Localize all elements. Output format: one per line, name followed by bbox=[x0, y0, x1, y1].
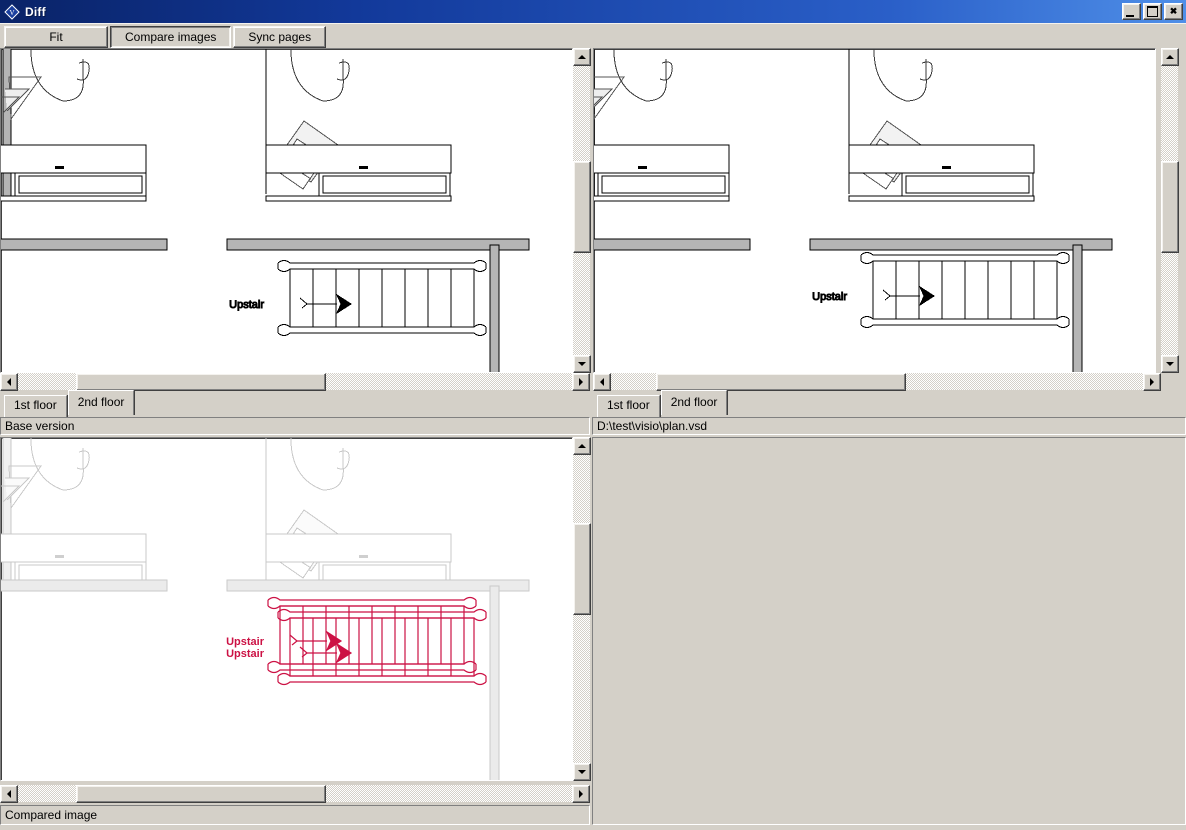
scroll-thumb[interactable] bbox=[656, 373, 906, 391]
tab-2nd-floor[interactable]: 2nd floor bbox=[67, 390, 135, 415]
upstair-label-variant-b: Upstair bbox=[226, 648, 265, 660]
modified-version-floorplan: Upstair bbox=[594, 49, 1113, 372]
scroll-right-button[interactable] bbox=[572, 373, 590, 391]
diff-application-window: V Diff ✖ Fit Compare images Sync pages U… bbox=[0, 0, 1186, 830]
compared-image-status: Compared image bbox=[0, 805, 590, 825]
modified-version-path: D:\test\visio\plan.vsd bbox=[592, 417, 1186, 435]
upstair-label-variant-a: Upstair bbox=[226, 636, 265, 648]
scroll-thumb[interactable] bbox=[573, 523, 591, 615]
tab-2nd-floor[interactable]: 2nd floor bbox=[660, 390, 728, 415]
compared-horizontal-scrollbar[interactable] bbox=[0, 785, 590, 803]
modified-horizontal-scrollbar[interactable] bbox=[593, 373, 1161, 391]
upstair-label: Upstair bbox=[812, 291, 847, 303]
scroll-thumb[interactable] bbox=[1161, 161, 1179, 253]
scroll-down-button[interactable] bbox=[1161, 355, 1179, 373]
empty-result-pane bbox=[592, 437, 1186, 825]
scroll-right-button[interactable] bbox=[1143, 373, 1161, 391]
minimize-button[interactable] bbox=[1122, 3, 1141, 20]
compared-vertical-scrollbar[interactable] bbox=[573, 437, 591, 781]
scroll-left-button[interactable] bbox=[593, 373, 611, 391]
title-bar: V Diff ✖ bbox=[0, 0, 1186, 24]
toolbar: Fit Compare images Sync pages bbox=[0, 23, 1186, 49]
base-version-tabstrip: 1st floor 2nd floor bbox=[0, 390, 590, 417]
scroll-down-button[interactable] bbox=[573, 355, 591, 373]
base-version-info: Base version bbox=[0, 417, 590, 435]
scroll-left-button[interactable] bbox=[0, 785, 18, 803]
modified-version-canvas[interactable]: Upstair bbox=[593, 48, 1156, 373]
tab-1st-floor[interactable]: 1st floor bbox=[4, 395, 67, 417]
scroll-right-button[interactable] bbox=[572, 785, 590, 803]
tab-1st-floor[interactable]: 1st floor bbox=[597, 395, 660, 417]
scroll-down-button[interactable] bbox=[573, 763, 591, 781]
scroll-up-button[interactable] bbox=[573, 48, 591, 66]
compared-image-canvas[interactable]: Upstair Upstair bbox=[0, 437, 573, 781]
close-button[interactable]: ✖ bbox=[1164, 3, 1183, 20]
scroll-up-button[interactable] bbox=[573, 437, 591, 455]
scroll-thumb[interactable] bbox=[76, 373, 326, 391]
upstair-label: Upstair bbox=[229, 299, 264, 311]
scroll-left-button[interactable] bbox=[0, 373, 18, 391]
scroll-thumb[interactable] bbox=[573, 161, 591, 253]
base-horizontal-scrollbar[interactable] bbox=[0, 373, 590, 391]
base-version-floorplan: Upstair bbox=[1, 49, 530, 372]
modified-vertical-scrollbar[interactable] bbox=[1161, 48, 1179, 373]
window-title: Diff bbox=[25, 4, 46, 19]
compared-image-floorplan: Upstair Upstair bbox=[1, 438, 530, 780]
scroll-up-button[interactable] bbox=[1161, 48, 1179, 66]
compare-images-button[interactable]: Compare images bbox=[110, 25, 232, 48]
modified-version-tabstrip: 1st floor 2nd floor bbox=[593, 390, 1186, 417]
svg-text:V: V bbox=[9, 9, 14, 17]
window-controls: ✖ bbox=[1122, 3, 1183, 20]
base-version-canvas[interactable]: Upstair bbox=[0, 48, 573, 373]
fit-button[interactable]: Fit bbox=[4, 25, 108, 48]
maximize-button[interactable] bbox=[1143, 3, 1162, 20]
visio-diamond-icon: V bbox=[4, 3, 20, 20]
sync-pages-button[interactable]: Sync pages bbox=[233, 25, 327, 48]
scroll-thumb[interactable] bbox=[76, 785, 326, 803]
base-vertical-scrollbar[interactable] bbox=[573, 48, 591, 373]
